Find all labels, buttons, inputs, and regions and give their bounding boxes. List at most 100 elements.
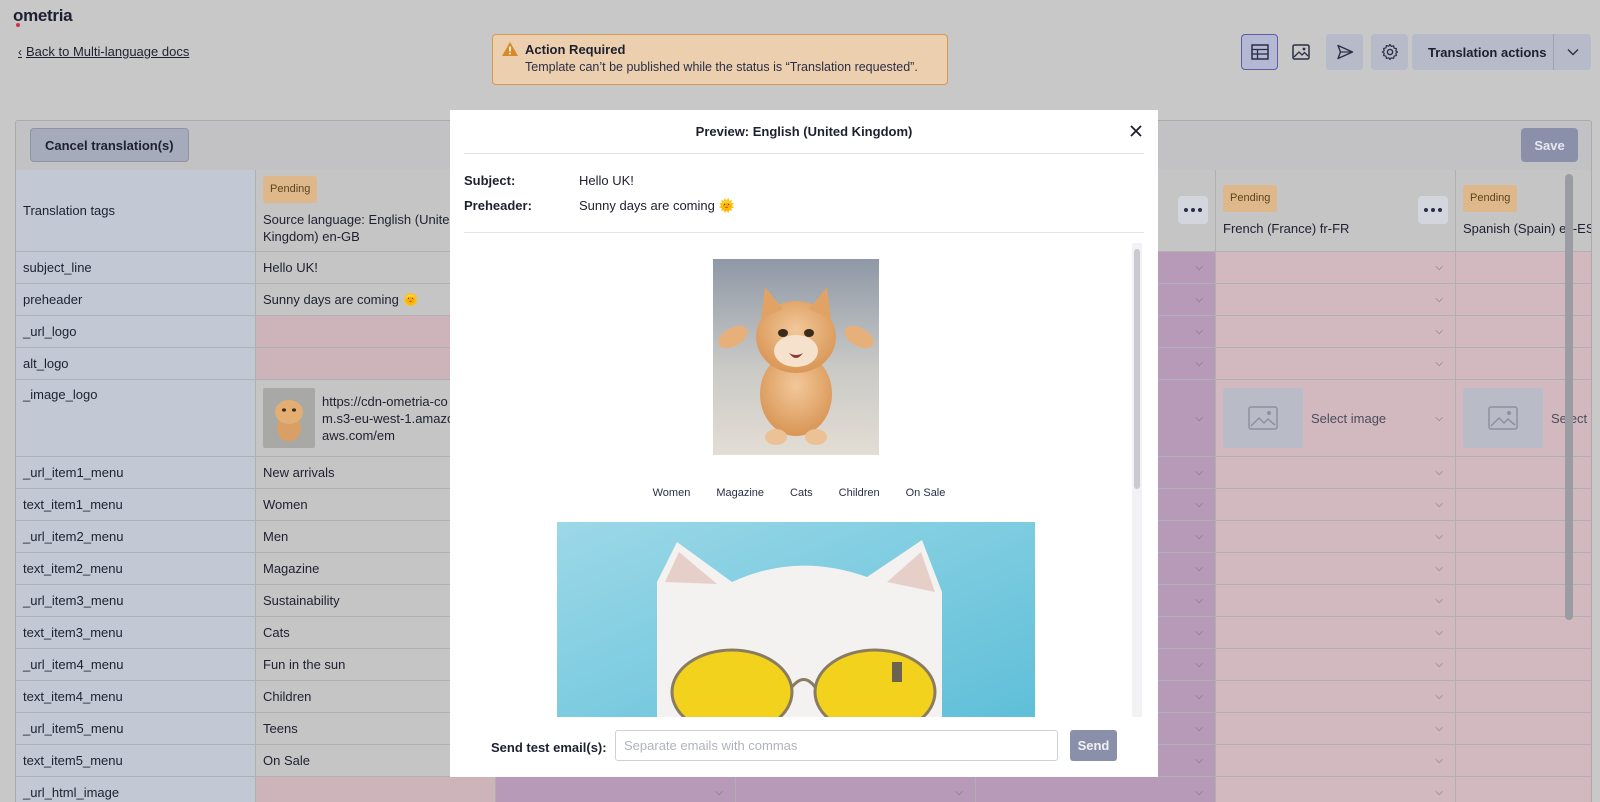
- preview-menu-item[interactable]: Women: [653, 487, 691, 499]
- tag-cell: text_item4_menu: [16, 681, 256, 713]
- send-test-row: Send test email(s): Send: [450, 730, 1158, 766]
- save-button[interactable]: Save: [1521, 128, 1578, 162]
- tag-cell: text_item5_menu: [16, 745, 256, 777]
- tag-cell: text_item3_menu: [16, 617, 256, 649]
- chevron-down-icon: ⌵: [1435, 723, 1443, 734]
- close-icon[interactable]: [1130, 125, 1142, 137]
- translation-cell[interactable]: ⌵: [1216, 316, 1456, 348]
- translation-cell[interactable]: ⌵: [1216, 553, 1456, 585]
- chevron-down-icon: ⌵: [1435, 326, 1443, 337]
- translation-cell[interactable]: Select image ⌵: [1216, 380, 1456, 457]
- translation-cell[interactable]: ⌵: [1456, 713, 1591, 745]
- translation-cell[interactable]: ⌵: [1216, 284, 1456, 316]
- translation-cell[interactable]: ⌵: [1216, 585, 1456, 617]
- chevron-down-icon: ⌵: [1435, 531, 1443, 542]
- chevron-down-icon: ⌵: [1195, 659, 1203, 670]
- test-email-input[interactable]: [615, 730, 1058, 761]
- table-scrollbar[interactable]: [1565, 174, 1573, 620]
- chevron-down-icon: ⌵: [1195, 563, 1203, 574]
- translation-cell[interactable]: ⌵: [1456, 681, 1591, 713]
- email-preview[interactable]: Women Magazine Cats Children On Sale: [464, 243, 1144, 717]
- image-view-button[interactable]: [1282, 34, 1319, 70]
- preview-menu-item[interactable]: Magazine: [716, 487, 764, 499]
- translation-cell[interactable]: ⌵: [1216, 681, 1456, 713]
- translation-actions-dropdown[interactable]: [1553, 34, 1591, 70]
- tag-cell: _url_logo: [16, 316, 256, 348]
- column-menu-button[interactable]: [1178, 196, 1208, 224]
- translation-cell[interactable]: ⌵: [1216, 348, 1456, 380]
- chevron-down-icon: ⌵: [1435, 755, 1443, 766]
- source-value-cell[interactable]: [256, 777, 496, 802]
- fr-language-label: French (France) fr-FR: [1223, 220, 1350, 236]
- chevron-down-icon: ⌵: [1435, 467, 1443, 478]
- table-view-icon: [1250, 44, 1269, 60]
- translation-cell[interactable]: ⌵: [1216, 457, 1456, 489]
- translation-cell[interactable]: ⌵: [1456, 617, 1591, 649]
- chevron-down-icon: ⌵: [955, 787, 963, 798]
- chevron-down-icon: ⌵: [1435, 659, 1443, 670]
- back-link-label: Back to Multi-language docs: [26, 44, 190, 59]
- translation-cell[interactable]: ⌵: [496, 777, 736, 802]
- chevron-down-icon: ⌵: [1195, 531, 1203, 542]
- translation-cell[interactable]: ⌵: [1216, 617, 1456, 649]
- chevron-down-icon: ⌵: [1195, 412, 1203, 424]
- tag-cell: _url_html_image: [16, 777, 256, 802]
- action-required-alert: Action Required Template can’t be publis…: [492, 34, 948, 85]
- subject-value: Hello UK!: [579, 173, 634, 188]
- preview-menu-item[interactable]: On Sale: [906, 487, 946, 499]
- settings-button[interactable]: [1371, 34, 1408, 70]
- chevron-down-icon: ⌵: [1435, 358, 1443, 369]
- hero-cat-image: [557, 522, 1035, 717]
- translation-cell[interactable]: ⌵: [1216, 649, 1456, 681]
- translation-cell[interactable]: ⌵: [1456, 649, 1591, 681]
- image-placeholder[interactable]: [1223, 388, 1303, 448]
- app-logo[interactable]: ometria: [13, 6, 73, 27]
- translation-cell[interactable]: ⌵: [1216, 521, 1456, 553]
- select-image-label[interactable]: Select image: [1311, 411, 1386, 426]
- send-test-button[interactable]: [1326, 34, 1363, 70]
- alert-title: Action Required: [525, 42, 626, 57]
- image-view-icon: [1291, 44, 1310, 60]
- translation-cell[interactable]: ⌵: [1216, 713, 1456, 745]
- translation-actions-button[interactable]: Translation actions: [1412, 34, 1591, 70]
- tag-cell: _url_item4_menu: [16, 649, 256, 681]
- translation-cell[interactable]: ⌵: [1216, 252, 1456, 284]
- send-button[interactable]: Send: [1070, 730, 1117, 761]
- chevron-down-icon: ⌵: [715, 787, 723, 798]
- translation-cell[interactable]: ⌵: [736, 777, 976, 802]
- chevron-down-icon: ⌵: [1435, 294, 1443, 305]
- translation-cell[interactable]: ⌵: [1216, 777, 1456, 802]
- es-status-badge: Pending: [1463, 184, 1518, 212]
- translation-cell[interactable]: ⌵: [976, 777, 1216, 802]
- tag-cell: text_item1_menu: [16, 489, 256, 521]
- translation-cell[interactable]: ⌵: [1216, 489, 1456, 521]
- translation-cell[interactable]: ⌵: [1456, 745, 1591, 777]
- cancel-translations-button[interactable]: Cancel translation(s): [30, 128, 189, 162]
- translation-cell[interactable]: ⌵: [1456, 777, 1591, 802]
- tag-cell: _url_item5_menu: [16, 713, 256, 745]
- fr-column-menu-button[interactable]: [1418, 196, 1448, 224]
- back-link[interactable]: ‹ Back to Multi-language docs: [18, 44, 189, 59]
- chevron-down-icon: ⌵: [1435, 563, 1443, 574]
- image-icon: [1248, 406, 1278, 430]
- tag-cell: _url_item2_menu: [16, 521, 256, 553]
- chevron-down-icon: ⌵: [1195, 755, 1203, 766]
- fr-status-badge: Pending: [1223, 184, 1278, 212]
- tag-cell: preheader: [16, 284, 256, 316]
- preview-menu-item[interactable]: Cats: [790, 487, 813, 499]
- preheader-label: Preheader:: [464, 198, 532, 213]
- alert-message: Template can’t be published while the st…: [525, 60, 918, 74]
- table-view-button[interactable]: [1241, 34, 1278, 70]
- chevron-down-icon: ⌵: [1435, 262, 1443, 273]
- translation-cell[interactable]: ⌵: [1216, 745, 1456, 777]
- chevron-down-icon: ⌵: [1195, 294, 1203, 305]
- image-placeholder[interactable]: [1463, 388, 1543, 448]
- send-icon: [1336, 44, 1353, 60]
- tag-cell: alt_logo: [16, 348, 256, 380]
- preview-modal: Preview: English (United Kingdom) Subjec…: [450, 110, 1158, 777]
- logo-text: ometria: [13, 6, 73, 25]
- preview-menu-item[interactable]: Children: [839, 487, 880, 499]
- preview-scrollbar[interactable]: [1134, 249, 1140, 489]
- modal-divider: [464, 153, 1144, 154]
- chevron-down-icon: ⌵: [1435, 787, 1443, 798]
